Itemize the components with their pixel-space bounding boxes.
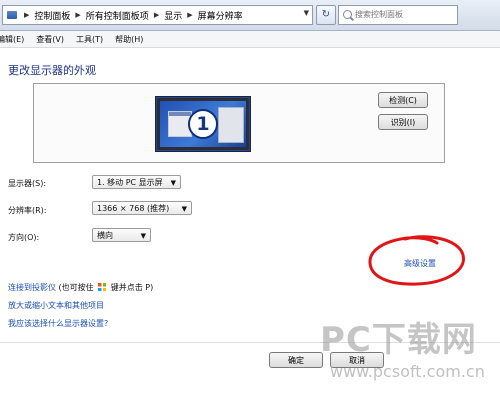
menu-help[interactable]: 帮助(H) <box>115 34 143 45</box>
search-icon <box>343 10 352 19</box>
refresh-icon: ↻ <box>321 9 331 20</box>
resolution-select-value: 1366 × 768 (推荐) <box>97 204 170 213</box>
menu-view[interactable]: 查看(V) <box>36 34 64 45</box>
display-label: 显示器(S): <box>8 179 47 188</box>
chevron-down-icon[interactable]: ▼ <box>304 9 309 17</box>
chevron-down-icon: ▼ <box>140 232 146 240</box>
breadcrumb-all-items[interactable]: 所有控制面板项 <box>84 9 151 22</box>
search-box[interactable] <box>338 5 458 25</box>
chevron-right-icon[interactable]: ▶ <box>151 11 162 19</box>
search-input[interactable] <box>339 6 455 22</box>
refresh-button[interactable]: ↻ <box>316 5 336 25</box>
chevron-down-icon: ▼ <box>181 205 187 213</box>
menu-bar: 编辑(E) 查看(V) 工具(T) 帮助(H) <box>0 31 500 48</box>
menu-tools[interactable]: 工具(T) <box>76 34 103 45</box>
menu-edit[interactable]: 编辑(E) <box>0 34 24 45</box>
orientation-label: 方向(O): <box>8 233 40 242</box>
breadcrumb-trail: ▶ 控制面板 ▶ 所有控制面板项 ▶ 显示 ▶ 屏幕分辨率 <box>7 6 245 24</box>
chevron-down-icon: ▼ <box>170 179 176 187</box>
advanced-settings-link[interactable]: 高级设置 <box>404 258 436 269</box>
footer-divider <box>0 342 500 343</box>
resolution-select[interactable]: 1366 × 768 (推荐) ▼ <box>92 201 192 215</box>
chevron-right-icon[interactable]: ▶ <box>72 11 83 19</box>
identify-button[interactable]: 识别(I) <box>378 114 428 130</box>
display-select-value: 1. 移动 PC 显示屏 <box>97 178 163 187</box>
chevron-right-icon: ▶ <box>24 11 30 19</box>
chevron-right-icon[interactable]: ▶ <box>184 11 195 19</box>
windows-logo-icon <box>98 283 107 291</box>
display-preview-area: 1 检测(C) 识别(I) <box>33 83 445 163</box>
breadcrumb-display[interactable]: 显示 <box>162 9 184 22</box>
window-panel-thumbnail <box>218 107 244 143</box>
orientation-select-value: 横向 <box>97 231 113 240</box>
resolution-label: 分辨率(R): <box>8 206 47 215</box>
control-panel-icon <box>7 11 17 19</box>
detect-button[interactable]: 检测(C) <box>378 92 428 108</box>
ok-button[interactable]: 确定 <box>269 352 323 368</box>
breadcrumb[interactable]: ▶ 控制面板 ▶ 所有控制面板项 ▶ 显示 ▶ 屏幕分辨率 ▼ <box>2 5 313 25</box>
monitor-thumbnail[interactable]: 1 <box>155 96 251 152</box>
cancel-button[interactable]: 取消 <box>330 352 384 368</box>
which-settings-link[interactable]: 我应该选择什么显示器设置? <box>8 318 108 329</box>
monitor-number-badge: 1 <box>188 109 218 139</box>
display-select[interactable]: 1. 移动 PC 显示屏 ▼ <box>92 175 181 189</box>
projector-hint-end: 键并点击 P) <box>110 283 154 292</box>
text-size-link[interactable]: 放大或缩小文本和其他项目 <box>8 300 104 311</box>
address-bar: ▶ 控制面板 ▶ 所有控制面板项 ▶ 显示 ▶ 屏幕分辨率 ▼ ↻ <box>0 0 500 31</box>
projector-row: 连接到投影仪 (也可按住 键并点击 P) <box>8 282 153 293</box>
breadcrumb-screen-resolution[interactable]: 屏幕分辨率 <box>196 9 245 22</box>
breadcrumb-control-panel[interactable]: 控制面板 <box>32 9 72 22</box>
watermark: PC下载网 www.pcsoft.com.cn <box>318 300 500 400</box>
orientation-select[interactable]: 横向 ▼ <box>92 228 151 242</box>
page-title: 更改显示器的外观 <box>8 64 96 77</box>
monitor-screen: 1 <box>160 101 246 147</box>
projector-link[interactable]: 连接到投影仪 <box>8 283 56 292</box>
projector-hint-start: (也可按住 <box>58 283 94 292</box>
